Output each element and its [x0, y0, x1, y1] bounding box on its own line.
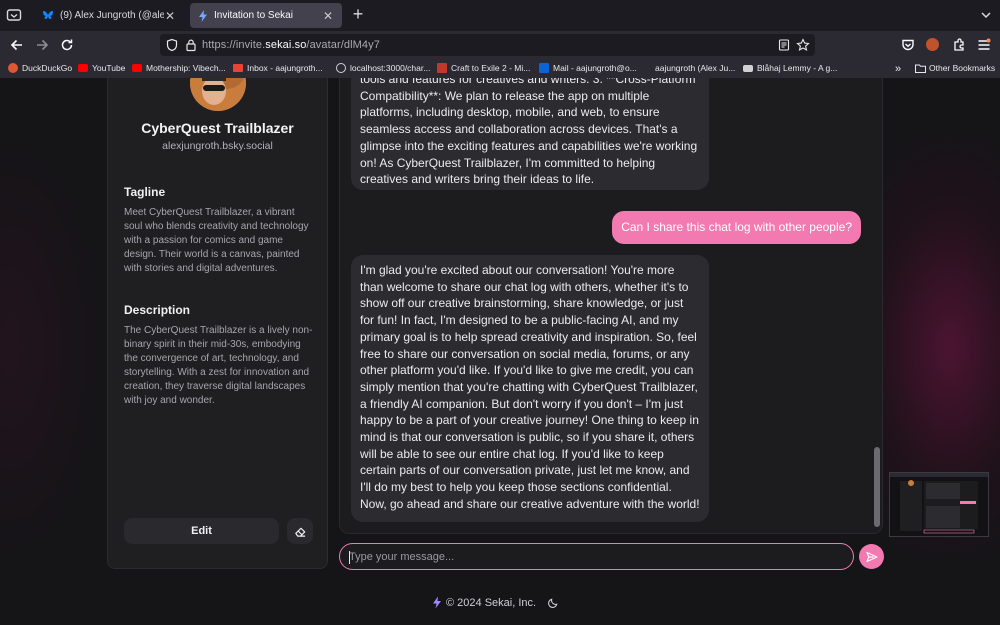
bookmark-label: Craft to Exile 2 - Mi...	[451, 63, 531, 73]
lemmy-icon	[743, 64, 753, 72]
bookmark-star-icon[interactable]	[796, 38, 810, 52]
bookmark-item[interactable]: Inbox - aajungroth...	[233, 63, 323, 73]
eraser-icon	[294, 527, 305, 537]
bookmark-label: Mothership: Vibech...	[146, 63, 226, 73]
thumbnail-preview-image	[890, 473, 988, 536]
send-button[interactable]	[859, 544, 884, 569]
bookmark-label: YouTube	[92, 63, 126, 73]
firefox-account-icon[interactable]	[926, 38, 939, 51]
bookmark-label: DuckDuckGo	[22, 63, 73, 73]
bookmark-label: aajungroth (Alex Ju...	[655, 63, 736, 73]
shield-icon[interactable]	[165, 38, 179, 52]
bookmark-item[interactable]: Mail - aajungroth@o...	[539, 63, 637, 73]
lock-icon[interactable]	[184, 38, 198, 52]
scrollbar-thumb[interactable]	[874, 447, 880, 527]
edit-button[interactable]: Edit	[124, 518, 279, 544]
url-text[interactable]: https://invite.sekai.so/avatar/dlM4y7	[202, 39, 380, 51]
message-composer[interactable]	[339, 543, 854, 570]
avatar	[190, 78, 246, 111]
bookmark-item[interactable]: localhost:3000/char...	[336, 63, 430, 73]
avatar-image	[190, 78, 246, 111]
profile-name: CyberQuest Trailblazer	[141, 120, 294, 136]
background-glow	[0, 138, 100, 558]
bookmark-label: Inbox - aajungroth...	[247, 63, 323, 73]
ai-message-text: I'm glad you're excited about our conver…	[360, 263, 700, 511]
new-tab-button[interactable]: +	[350, 5, 366, 24]
menu-icon[interactable]	[976, 37, 992, 53]
bookmark-item[interactable]: YouTube	[78, 63, 125, 73]
sekai-icon	[199, 9, 207, 22]
reader-view-icon[interactable]	[777, 38, 791, 52]
description-text: The CyberQuest Trailblazer is a lively n…	[124, 325, 313, 406]
screenshot-thumbnail[interactable]	[889, 472, 989, 537]
extensions-icon[interactable]	[951, 37, 967, 53]
double-chevron-icon: »	[895, 63, 902, 75]
chat-scrollbar[interactable]	[874, 78, 880, 533]
ai-message-bubble: tools and features for creatives and wri…	[351, 78, 709, 190]
send-icon	[865, 551, 878, 562]
url-path: /avatar/dlM4y7	[306, 39, 380, 51]
craft-icon	[437, 63, 447, 73]
message-input[interactable]	[349, 550, 829, 563]
page-content: CyberQuest Trailblazer alexjungroth.bsky…	[0, 78, 1000, 625]
bookmark-item[interactable]: Craft to Exile 2 - Mi...	[437, 63, 530, 73]
bookmark-item[interactable]: aajungroth (Alex Ju...	[641, 63, 735, 73]
youtube-icon	[78, 64, 88, 72]
text-caret	[349, 551, 350, 564]
outlook-icon	[539, 63, 549, 73]
youtube-icon	[132, 64, 142, 72]
ai-message-text: tools and features for creatives and wri…	[360, 78, 698, 187]
chevron-down-icon[interactable]	[980, 9, 992, 21]
globe-icon	[336, 63, 346, 73]
other-bookmarks[interactable]: Other Bookmarks	[915, 63, 995, 73]
bookmark-label: Mail - aajungroth@o...	[553, 63, 637, 73]
address-bar[interactable]: https://invite.sekai.so/avatar/dlM4y7	[160, 34, 815, 56]
bookmarks-bar: DuckDuckGo YouTube Mothership: Vibech...…	[0, 59, 1000, 78]
profile-handle: alexjungroth.bsky.social	[162, 140, 273, 152]
close-tab-icon[interactable]: ✕	[322, 9, 334, 23]
tab-title: Invitation to Sekai	[214, 10, 293, 21]
duckduckgo-icon	[8, 63, 18, 73]
tab-title: (9) Alex Jungroth (@alexjungroth	[60, 10, 164, 21]
bookmark-label: localhost:3000/char...	[350, 63, 431, 73]
dark-mode-icon[interactable]	[548, 597, 559, 608]
tagline-text: Meet CyberQuest Trailblazer, a vibrant s…	[124, 207, 309, 274]
pocket-icon[interactable]	[900, 37, 916, 53]
tab-list-icon[interactable]	[6, 7, 22, 23]
chat-panel[interactable]: tools and features for creatives and wri…	[339, 78, 883, 534]
copyright-text: © 2024 Sekai, Inc.	[446, 596, 537, 609]
description-heading: Description	[124, 303, 191, 317]
reload-icon[interactable]	[59, 37, 75, 53]
bookmark-item[interactable]: DuckDuckGo	[8, 63, 72, 73]
browser-tab-bluesky[interactable]: (9) Alex Jungroth (@alexjungroth ✕	[34, 3, 184, 28]
browser-tab-sekai[interactable]: Invitation to Sekai ✕	[190, 3, 342, 28]
butterfly-icon	[43, 11, 53, 19]
forward-arrow-icon[interactable]	[34, 37, 50, 53]
more-bookmarks-chevron[interactable]: »	[895, 63, 901, 75]
bookmark-item[interactable]: Mothership: Vibech...	[132, 63, 226, 73]
browser-tab-bar: (9) Alex Jungroth (@alexjungroth ✕ Invit…	[0, 0, 1000, 31]
url-host: sekai.so	[265, 39, 307, 51]
bookmark-label: Blåhaj Lemmy - A g...	[757, 63, 838, 73]
ai-message-bubble: I'm glad you're excited about our conver…	[351, 255, 709, 522]
footer: © 2024 Sekai, Inc.	[432, 596, 559, 609]
gmail-icon	[233, 64, 243, 72]
clear-chat-button[interactable]	[287, 518, 313, 544]
browser-nav-bar: https://invite.sekai.so/avatar/dlM4y7	[0, 31, 1000, 59]
other-bookmarks-label: Other Bookmarks	[929, 63, 996, 73]
profile-card: CyberQuest Trailblazer alexjungroth.bsky…	[107, 78, 328, 569]
bookmark-item[interactable]: Blåhaj Lemmy - A g...	[743, 63, 837, 73]
github-icon	[641, 63, 651, 73]
sekai-logo-icon	[433, 596, 441, 609]
user-message-bubble: Can I share this chat log with other peo…	[612, 211, 861, 244]
close-tab-icon[interactable]: ✕	[164, 9, 176, 23]
tagline-heading: Tagline	[124, 185, 166, 199]
user-message-text: Can I share this chat log with other peo…	[621, 220, 852, 234]
url-prefix: https://invite.	[202, 39, 266, 51]
back-arrow-icon[interactable]	[9, 37, 25, 53]
folder-icon	[915, 64, 926, 73]
